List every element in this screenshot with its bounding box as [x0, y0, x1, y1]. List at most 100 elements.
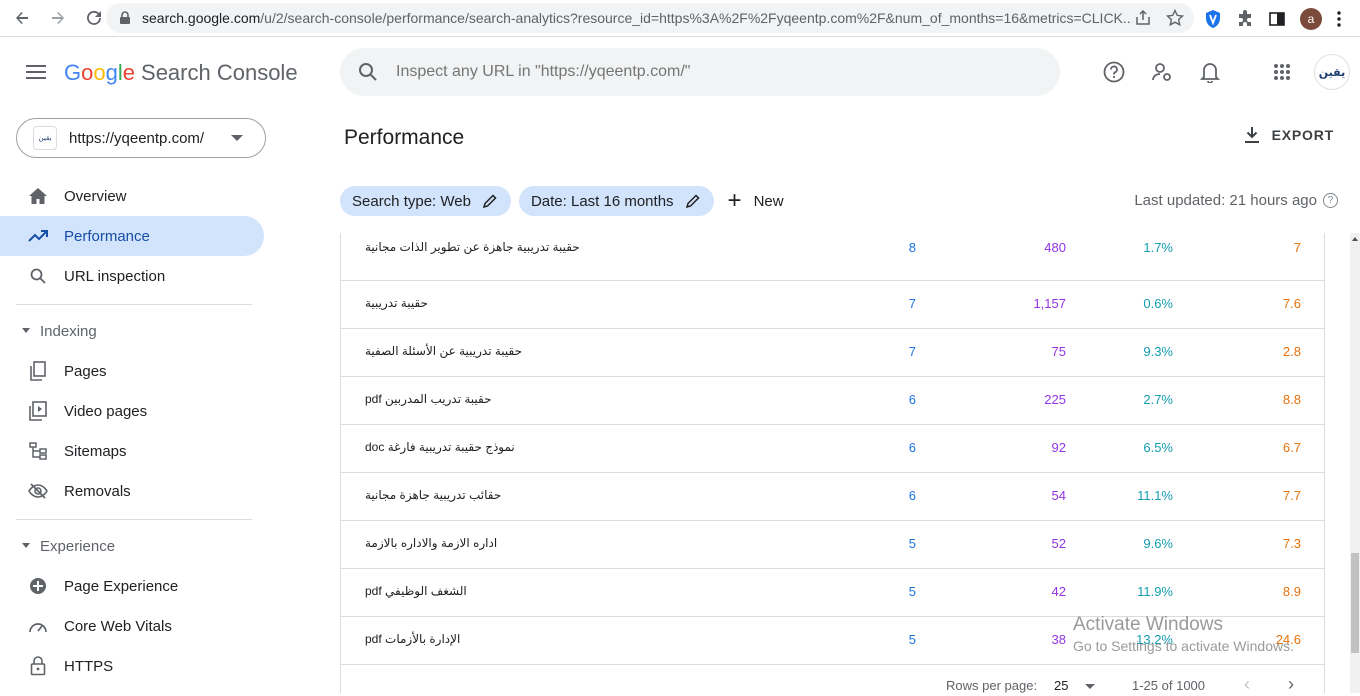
clicks-cell: 7 — [908, 296, 916, 311]
clicks-cell: 5 — [908, 536, 916, 551]
edit-pencil-icon[interactable] — [685, 194, 700, 208]
scroll-up-arrow-icon[interactable] — [1352, 237, 1358, 241]
menu-icon[interactable] — [26, 64, 46, 80]
filter-bar: Search type: Web Date: Last 16 months + … — [340, 186, 784, 216]
sidebar-item-video-pages[interactable]: Video pages — [0, 391, 264, 431]
visibility-off-icon — [28, 481, 48, 501]
ctr-cell: 0.6% — [1143, 296, 1173, 311]
clicks-cell: 5 — [908, 632, 916, 647]
query-cell: الشغف الوظيفي pdf — [365, 584, 467, 598]
sidebar-item-overview[interactable]: Overview — [0, 176, 264, 216]
lock-icon — [28, 656, 48, 676]
sidebar-item-https[interactable]: HTTPS — [0, 646, 264, 686]
dropdown-caret-icon[interactable] — [1085, 684, 1095, 689]
trending-up-icon — [28, 226, 48, 246]
edit-pencil-icon[interactable] — [482, 194, 497, 208]
collapse-triangle-icon — [22, 328, 30, 333]
windows-activation-watermark: Activate Windows Go to Settings to activ… — [1073, 614, 1294, 654]
help-icon[interactable] — [1102, 60, 1126, 84]
query-cell: نموذج حقيبة تدريبية فارغة doc — [365, 440, 515, 454]
query-cell: حقيبة تدريبية جاهزة عن تطوير الذات مجاني… — [365, 240, 580, 254]
sidebar-section-experience[interactable]: Experience — [0, 530, 264, 562]
page-title: Performance — [344, 126, 465, 149]
sidebar-item-sitemaps[interactable]: Sitemaps — [0, 431, 264, 471]
impressions-cell: 75 — [1051, 344, 1066, 359]
notifications-bell-icon[interactable] — [1198, 60, 1222, 84]
address-bar[interactable]: search.google.com/u/2/search-console/per… — [106, 3, 1194, 33]
table-row[interactable]: حقيبة تدريبية جاهزة عن تطوير الذات مجاني… — [341, 233, 1324, 281]
position-cell: 8.8 — [1282, 392, 1301, 407]
position-cell: 7.6 — [1282, 296, 1301, 311]
date-range-chip[interactable]: Date: Last 16 months — [518, 186, 714, 216]
last-updated: Last updated: 21 hours ago ? — [1134, 192, 1338, 209]
property-selector[interactable]: يقين https://yqeentp.com/ — [16, 118, 266, 158]
search-icon — [28, 266, 48, 286]
collapse-triangle-icon — [22, 543, 30, 548]
back-icon[interactable] — [12, 8, 32, 28]
position-cell: 8.9 — [1282, 584, 1301, 599]
search-input[interactable] — [396, 63, 996, 81]
more-vert-icon[interactable] — [1336, 10, 1342, 28]
chevron-right-icon[interactable]: › — [1288, 674, 1294, 695]
extensions-puzzle-icon[interactable] — [1236, 10, 1254, 28]
bookmark-star-icon[interactable] — [1166, 9, 1184, 27]
sidebar-item-removals[interactable]: Removals — [0, 471, 264, 511]
home-icon — [28, 186, 48, 206]
table-row[interactable]: حقيبة تدريبية 7 1,157 0.6% 7.6 — [341, 281, 1324, 329]
table-row[interactable]: حقائب تدريبية جاهزة مجانية 6 54 11.1% 7.… — [341, 473, 1324, 521]
query-cell: اداره الازمة والاداره بالازمة — [365, 536, 498, 550]
url-text: search.google.com/u/2/search-console/per… — [142, 10, 1132, 26]
sidebar-item-page-experience[interactable]: Page Experience — [0, 566, 264, 606]
rows-per-page-select[interactable]: 25 — [1054, 678, 1068, 693]
browser-profile-avatar[interactable]: a — [1300, 8, 1322, 30]
position-cell: 7 — [1293, 240, 1301, 255]
sidebar-section-indexing[interactable]: Indexing — [0, 315, 264, 347]
table-row[interactable]: حقيبة تدريب المدربين pdf 6 225 2.7% 8.8 — [341, 377, 1324, 425]
sidebar-item-core-web-vitals[interactable]: Core Web Vitals — [0, 606, 264, 646]
sidebar-item-pages[interactable]: Pages — [0, 351, 264, 391]
query-cell: حقائب تدريبية جاهزة مجانية — [365, 488, 502, 502]
reload-icon[interactable] — [84, 8, 104, 28]
impressions-cell: 1,157 — [1033, 296, 1066, 311]
url-inspect-search[interactable] — [340, 48, 1060, 96]
help-circle-icon[interactable]: ? — [1323, 193, 1338, 208]
table-row[interactable]: الشغف الوظيفي pdf 5 42 11.9% 8.9 — [341, 569, 1324, 617]
sidebar-item-url-inspection[interactable]: URL inspection — [0, 256, 264, 296]
dropdown-caret-icon — [231, 135, 243, 141]
clicks-cell: 6 — [908, 440, 916, 455]
sidebar-item-performance[interactable]: Performance — [0, 216, 264, 256]
table-row[interactable]: حقيبة تدريبية عن الأسئلة الصفية 7 75 9.3… — [341, 329, 1324, 377]
ctr-cell: 9.3% — [1143, 344, 1173, 359]
new-filter-button[interactable]: + New — [728, 189, 784, 213]
rows-per-page-label: Rows per page: — [946, 678, 1038, 693]
shield-extension-icon[interactable] — [1204, 9, 1222, 29]
download-icon — [1244, 127, 1259, 143]
table-row[interactable]: نموذج حقيبة تدريبية فارغة doc 6 92 6.5% … — [341, 425, 1324, 473]
account-avatar[interactable]: يقين — [1314, 54, 1350, 90]
search-console-logo[interactable]: Google Search Console — [64, 60, 298, 86]
side-panel-icon[interactable] — [1268, 10, 1286, 28]
sidebar-divider — [16, 519, 252, 520]
clicks-cell: 7 — [908, 344, 916, 359]
export-button[interactable]: EXPORT — [1244, 126, 1334, 144]
apps-grid-icon[interactable] — [1270, 60, 1294, 84]
ctr-cell: 11.1% — [1137, 488, 1173, 503]
lock-icon — [120, 11, 130, 24]
main-content: Performance EXPORT Search type: Web Date… — [280, 106, 1360, 695]
search-icon — [359, 63, 377, 81]
forward-icon[interactable] — [48, 8, 68, 28]
page-scrollbar[interactable] — [1350, 233, 1360, 693]
position-cell: 6.7 — [1282, 440, 1301, 455]
query-cell: حقيبة تدريب المدربين pdf — [365, 392, 492, 406]
search-type-chip[interactable]: Search type: Web — [340, 186, 511, 216]
chevron-left-icon[interactable]: ‹ — [1244, 674, 1250, 695]
table-row[interactable]: اداره الازمة والاداره بالازمة 5 52 9.6% … — [341, 521, 1324, 569]
position-cell: 2.8 — [1282, 344, 1301, 359]
share-icon[interactable] — [1134, 9, 1152, 27]
impressions-cell: 38 — [1051, 632, 1066, 647]
property-favicon: يقين — [33, 126, 57, 150]
ctr-cell: 9.6% — [1143, 536, 1173, 551]
query-cell: حقيبة تدريبية عن الأسئلة الصفية — [365, 344, 523, 358]
scrollbar-thumb[interactable] — [1351, 553, 1359, 653]
user-settings-icon[interactable] — [1150, 60, 1174, 84]
